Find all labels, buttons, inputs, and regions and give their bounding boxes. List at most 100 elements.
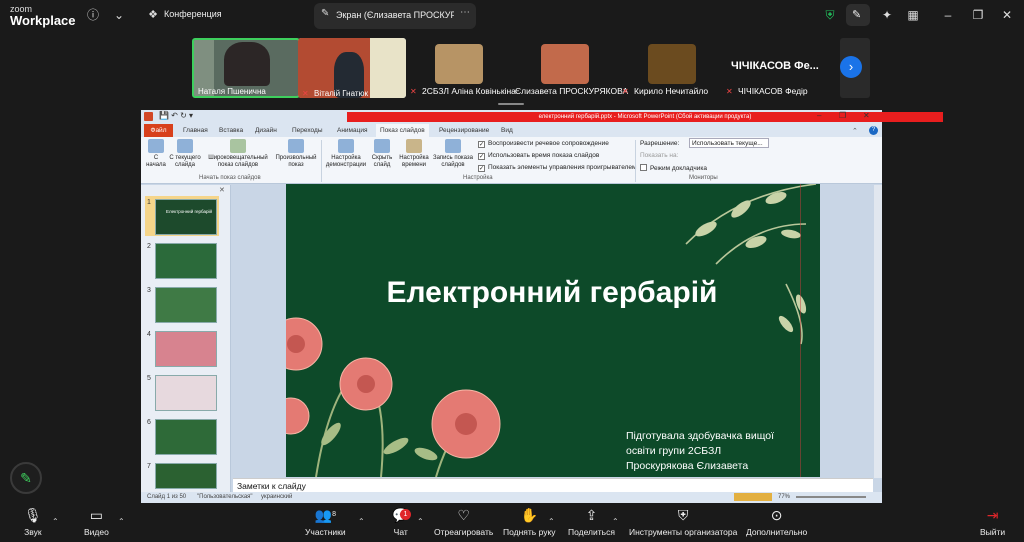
next-page-button[interactable]: › (840, 56, 862, 78)
ribbon-tabs: Главная Вставка Дизайн Переходы Анимация… (141, 124, 882, 137)
broadcast-button[interactable]: Широковещательный показ слайдов (205, 139, 271, 169)
slide-thumbnail[interactable] (155, 243, 217, 279)
avatar (648, 44, 696, 84)
video-tile-2[interactable]: ✕ Віталій Гнатюк (298, 38, 406, 98)
participant-name: Віталій Гнатюк (314, 89, 369, 98)
annotate-fab[interactable]: ✎ (10, 462, 42, 494)
tab-animation[interactable]: Анимация (337, 127, 368, 134)
audio-button[interactable]: 🎙 Звук (24, 506, 42, 537)
powerpoint-window: 💾 ↶ ↻ ▾ електронний гербарій.pptx - Micr… (141, 110, 943, 503)
meeting-label: Конференция (164, 9, 222, 19)
tab-insert[interactable]: Вставка (219, 127, 243, 134)
slide-thumbnail[interactable] (155, 331, 217, 367)
drag-handle[interactable] (498, 103, 524, 105)
react-button[interactable]: ♡ Отреагировать (434, 506, 493, 537)
close-icon[interactable]: ✕ (1000, 8, 1014, 22)
close-icon[interactable]: ✕ (863, 111, 870, 120)
setup-icon (338, 139, 354, 153)
show-media-controls-checkbox[interactable]: ✓ Показать элементы управления проигрыват… (478, 164, 636, 172)
audio-options-chevron[interactable]: ⌃ (52, 517, 59, 526)
play-narrations-checkbox[interactable]: ✓ Воспроизвести речевое сопровождение (478, 140, 609, 148)
tab-slideshow[interactable]: Показ слайдов (376, 124, 429, 137)
paw-icon: ❖ (148, 9, 158, 21)
tab-home[interactable]: Главная (183, 127, 208, 134)
pen-icon: ✎ (852, 9, 862, 21)
tab-review[interactable]: Рецензирование (439, 127, 489, 134)
from-current-button[interactable]: С текущего слайда (169, 139, 201, 169)
tab-view[interactable]: Вид (501, 127, 513, 134)
tab-file[interactable]: Файл (144, 124, 173, 137)
share-screen-icon: ✎ (321, 8, 330, 19)
presenter-view-checkbox[interactable]: Режим докладчика (640, 164, 707, 172)
ppt-titlebar: 💾 ↶ ↻ ▾ електронний гербарій.pptx - Micr… (141, 110, 943, 124)
tab-transitions[interactable]: Переходы (292, 127, 323, 134)
language: украинский (261, 494, 293, 500)
slide-thumbnail[interactable] (155, 419, 217, 455)
slide-caption: Підготувала здобувачка вищої освіти групи… (626, 430, 774, 472)
participant-name: Наталя Пшенична (198, 87, 266, 96)
mic-off-icon: ✕ (302, 89, 309, 98)
meeting-toolbar: 🎙Звук ⌃ ▭Видео ⌃ 👥8Участники ⌃ 💬Чат 1 ⌃ … (0, 505, 1024, 542)
share-button[interactable]: ⇪ Поделиться (568, 506, 615, 537)
slide-thumbnail[interactable] (155, 375, 217, 411)
group-label-monitors: Мониторы (689, 175, 718, 181)
chevron-down-icon[interactable]: ⌄ (112, 8, 126, 22)
annotate-button[interactable]: ✎ (846, 4, 870, 26)
video-button[interactable]: ▭ Видео (84, 506, 109, 537)
chevron-up-icon[interactable]: ⌃ (852, 127, 858, 135)
raise-hand-options-chevron[interactable]: ⌃ (548, 517, 555, 526)
participants-button[interactable]: 👥8 Участники (305, 506, 346, 537)
chat-options-chevron[interactable]: ⌃ (417, 517, 424, 526)
sparkle-icon[interactable]: ✦ (880, 8, 894, 22)
vertical-scrollbar[interactable] (874, 185, 882, 478)
video-options-chevron[interactable]: ⌃ (118, 517, 125, 526)
screen-share-pill[interactable]: ✎ Экран (Єлизавета ПРОСКУРЯКО ⋯ (314, 3, 476, 29)
resolution-select[interactable]: Использовать текуще... (689, 138, 769, 148)
minimize-icon[interactable]: – (941, 8, 955, 22)
more-icon[interactable]: ⋯ (460, 7, 470, 18)
slideshow-icon (177, 139, 193, 153)
minimize-icon[interactable]: – (817, 111, 821, 120)
more-button[interactable]: ⊙ Дополнительно (746, 506, 807, 537)
slideshow-icon (148, 139, 164, 153)
status-bar: Слайд 1 из 50 "Пользовательская" украинс… (141, 492, 882, 503)
video-tile-1[interactable]: Наталя Пшенична (192, 38, 300, 98)
slide-thumbnail[interactable] (155, 287, 217, 323)
help-icon[interactable]: ? (869, 126, 878, 135)
ribbon: С начала С текущего слайда Широковещател… (141, 137, 882, 184)
share-options-chevron[interactable]: ⌃ (612, 517, 619, 526)
participant-label-3: ✕ 2СБЗЛ Аліна Ковінькіна (410, 86, 516, 96)
slide-title: Електронний гербарій (386, 276, 718, 309)
restore-icon[interactable]: ❐ (839, 111, 846, 120)
layout-icon[interactable]: ▦ (906, 8, 920, 22)
record-show-button[interactable]: Запись показа слайдов (431, 139, 475, 169)
hide-slide-icon (374, 139, 390, 153)
broadcast-icon (230, 139, 246, 153)
shield-icon[interactable]: ⛨ (823, 8, 837, 22)
close-pane-icon[interactable]: ✕ (219, 186, 225, 194)
current-slide[interactable]: Електронний гербарій Підготувала здобува… (286, 184, 820, 477)
custom-show-icon (288, 139, 304, 153)
notes-pane[interactable]: Заметки к слайду (233, 478, 873, 492)
participants-options-chevron[interactable]: ⌃ (358, 517, 365, 526)
custom-show-button[interactable]: Произвольный показ (273, 139, 319, 169)
use-timings-checkbox[interactable]: ✓ Использовать время показа слайдов (478, 152, 599, 160)
slide-thumbnail[interactable]: Електронний гербарій (155, 199, 217, 235)
zoom-slider[interactable] (796, 496, 866, 498)
host-tools-button[interactable]: ⛨ Инструменты организатора (629, 506, 737, 537)
participant-label-4: Єлизавета ПРОСКУРЯКОВА (515, 86, 629, 96)
hide-slide-button[interactable]: Скрыть слайд (369, 139, 395, 169)
tab-design[interactable]: Дизайн (255, 127, 277, 134)
leave-button[interactable]: ⇥ Выйти (980, 506, 1005, 537)
setup-show-button[interactable]: Настройка демонстрации (324, 139, 368, 169)
view-buttons[interactable] (734, 493, 772, 501)
quick-access-icons[interactable]: 💾 ↶ ↻ ▾ (159, 111, 193, 120)
window-title: електронний гербарій.pptx - Microsoft Po… (347, 112, 943, 122)
slide-thumbnail[interactable] (155, 463, 217, 489)
slide-counter: Слайд 1 из 50 (147, 494, 187, 500)
restore-icon[interactable]: ❐ (971, 8, 985, 22)
rehearse-timings-button[interactable]: Настройка времени (397, 139, 431, 169)
info-icon[interactable]: ⓘ (86, 8, 100, 22)
avatar (541, 44, 589, 84)
from-beginning-button[interactable]: С начала (145, 139, 167, 169)
